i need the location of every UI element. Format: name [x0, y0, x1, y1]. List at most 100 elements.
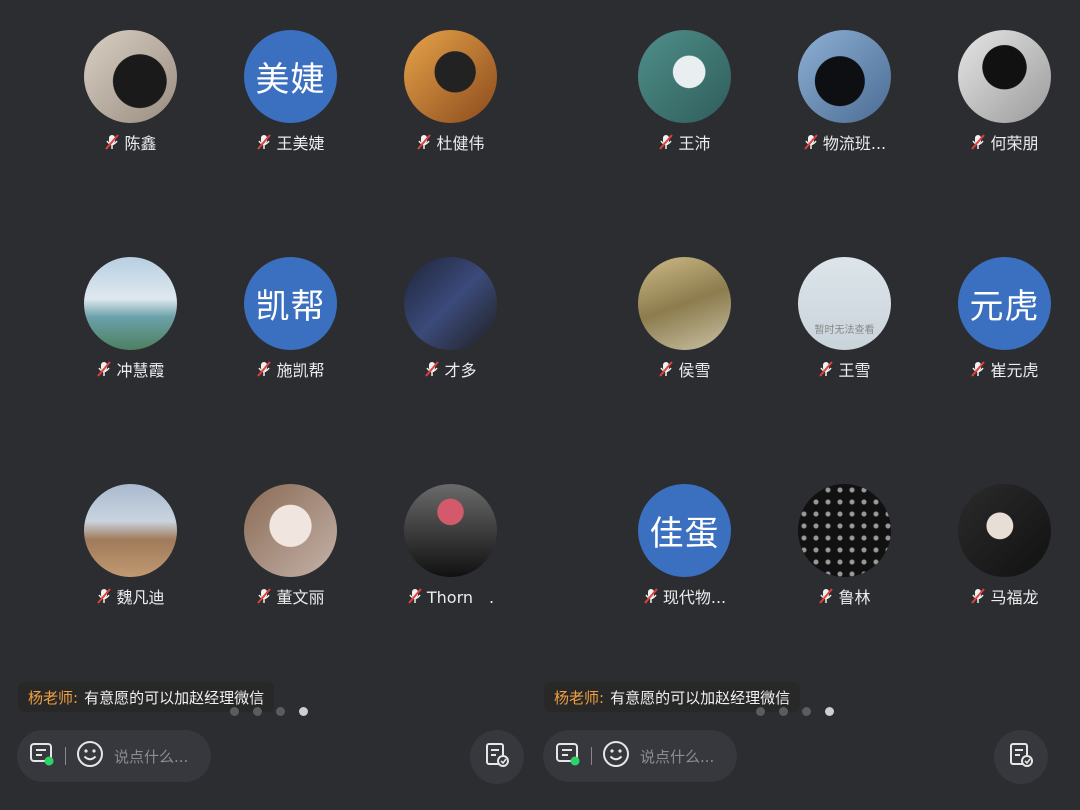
notes-icon — [483, 741, 511, 773]
page-dot[interactable] — [276, 707, 285, 716]
participant-name: 魏凡迪 — [116, 588, 165, 607]
avatar[interactable] — [798, 30, 891, 123]
participant-name: Thorn . — [426, 588, 495, 607]
mic-muted-icon — [257, 134, 272, 150]
avatar[interactable] — [84, 484, 177, 577]
page-dot[interactable] — [756, 707, 765, 716]
avatar[interactable] — [404, 257, 497, 350]
notes-button[interactable] — [994, 730, 1048, 784]
participant-name-row: 王雪 — [780, 357, 910, 381]
notes-icon — [1007, 741, 1035, 773]
mic-muted-icon — [971, 361, 986, 377]
avatar[interactable]: 元虎 — [958, 257, 1051, 350]
mic-muted-icon — [971, 588, 986, 604]
participant-name-row: 鲁林 — [780, 584, 910, 608]
chat-text: 有意愿的可以加赵经理微信 — [610, 688, 791, 707]
right-panel: 王沛 物流班... 何荣朋 侯雪 暂时无法查看 王雪 元虎 崔元虎 佳蛋 现代物... 鲁林 马福龙 … — [526, 0, 1052, 810]
emoji-icon[interactable] — [602, 740, 630, 772]
participant-name-row: 王沛 — [620, 130, 750, 154]
participant-tile[interactable]: 王沛 — [620, 30, 750, 160]
participant-name: 冲慧霞 — [116, 361, 165, 380]
participant-name: 侯雪 — [678, 361, 711, 380]
page-dots[interactable] — [756, 707, 834, 716]
avatar[interactable] — [84, 30, 177, 123]
avatar[interactable] — [84, 257, 177, 350]
page-dots[interactable] — [230, 707, 308, 716]
avatar[interactable]: 佳蛋 — [638, 484, 731, 577]
notes-button[interactable] — [470, 730, 524, 784]
participant-tile[interactable]: 何荣朋 — [940, 30, 1070, 160]
participant-name: 施凯帮 — [276, 361, 325, 380]
avatar[interactable] — [638, 257, 731, 350]
comment-input[interactable]: 说点什么... — [114, 746, 188, 767]
participant-name-row: 杜健伟 — [386, 130, 516, 154]
avatar[interactable] — [958, 30, 1051, 123]
participant-tile[interactable]: 美婕 王美婕 — [226, 30, 356, 160]
participant-name-row: 现代物... — [620, 584, 750, 608]
mic-muted-icon — [659, 134, 674, 150]
avatar[interactable] — [798, 484, 891, 577]
page-dot[interactable] — [802, 707, 811, 716]
avatar[interactable] — [244, 484, 337, 577]
participant-name-row: 魏凡迪 — [66, 584, 196, 608]
participant-tile[interactable]: 魏凡迪 — [66, 484, 196, 614]
page-dot[interactable] — [253, 707, 262, 716]
participant-tile[interactable]: 陈鑫 — [66, 30, 196, 160]
participant-name: 崔元虎 — [990, 361, 1039, 380]
page-dot-active[interactable] — [825, 707, 834, 716]
participant-name: 鲁林 — [838, 588, 871, 607]
participant-tile[interactable]: 马福龙 — [940, 484, 1070, 614]
participant-name-row: 冲慧霞 — [66, 357, 196, 381]
chat-sender: 杨老师: — [554, 688, 605, 707]
participant-tile[interactable]: 物流班... — [780, 30, 910, 160]
participant-tile[interactable]: 杜健伟 — [386, 30, 516, 160]
page-dot[interactable] — [779, 707, 788, 716]
avatar[interactable]: 暂时无法查看 — [798, 257, 891, 350]
page-dot[interactable] — [230, 707, 239, 716]
page-dot-active[interactable] — [299, 707, 308, 716]
participant-name-row: 施凯帮 — [226, 357, 356, 381]
participant-tile[interactable]: Thorn . — [386, 484, 516, 614]
participant-tile[interactable]: 暂时无法查看 王雪 — [780, 257, 910, 387]
participant-tile[interactable]: 凯帮施凯帮 — [226, 257, 356, 387]
mic-muted-icon — [659, 361, 674, 377]
comment-input[interactable]: 说点什么... — [640, 746, 714, 767]
divider — [591, 747, 592, 765]
mic-muted-icon — [417, 134, 432, 150]
participant-name: 才多 — [444, 361, 477, 380]
participant-name-row: 才多 — [386, 357, 516, 381]
comment-input-bar[interactable]: 说点什么... — [17, 730, 211, 782]
mic-muted-icon — [105, 134, 120, 150]
participant-tile[interactable]: 侯雪 — [620, 257, 750, 387]
mic-muted-icon — [97, 361, 112, 377]
participant-tile[interactable]: 董文丽 — [226, 484, 356, 614]
chat-list-icon[interactable] — [29, 741, 55, 771]
chat-list-icon[interactable] — [555, 741, 581, 771]
participant-name: 现代物... — [662, 588, 727, 607]
avatar[interactable]: 凯帮 — [244, 257, 337, 350]
participant-name-row: 马福龙 — [940, 584, 1070, 608]
mic-muted-icon — [257, 361, 272, 377]
mic-muted-icon — [819, 588, 834, 604]
participant-name: 何荣朋 — [990, 134, 1039, 153]
mic-muted-icon — [408, 588, 422, 604]
participant-tile[interactable]: 才多 — [386, 257, 516, 387]
avatar[interactable] — [404, 30, 497, 123]
mic-muted-icon — [971, 134, 986, 150]
participant-tile[interactable]: 佳蛋现代物... — [620, 484, 750, 614]
avatar[interactable]: 美婕 — [244, 30, 337, 123]
comment-input-bar[interactable]: 说点什么... — [543, 730, 737, 782]
divider — [65, 747, 66, 765]
chat-sender: 杨老师: — [28, 688, 79, 707]
participant-name-row: 王美婕 — [226, 130, 356, 154]
participant-tile[interactable]: 冲慧霞 — [66, 257, 196, 387]
avatar[interactable] — [958, 484, 1051, 577]
participant-name-row: 崔元虎 — [940, 357, 1070, 381]
avatar[interactable] — [638, 30, 731, 123]
emoji-icon[interactable] — [76, 740, 104, 772]
participant-tile[interactable]: 元虎崔元虎 — [940, 257, 1070, 387]
participant-tile[interactable]: 鲁林 — [780, 484, 910, 614]
participant-name: 物流班... — [822, 134, 887, 153]
avatar[interactable] — [404, 484, 497, 577]
participant-name: 杜健伟 — [436, 134, 485, 153]
